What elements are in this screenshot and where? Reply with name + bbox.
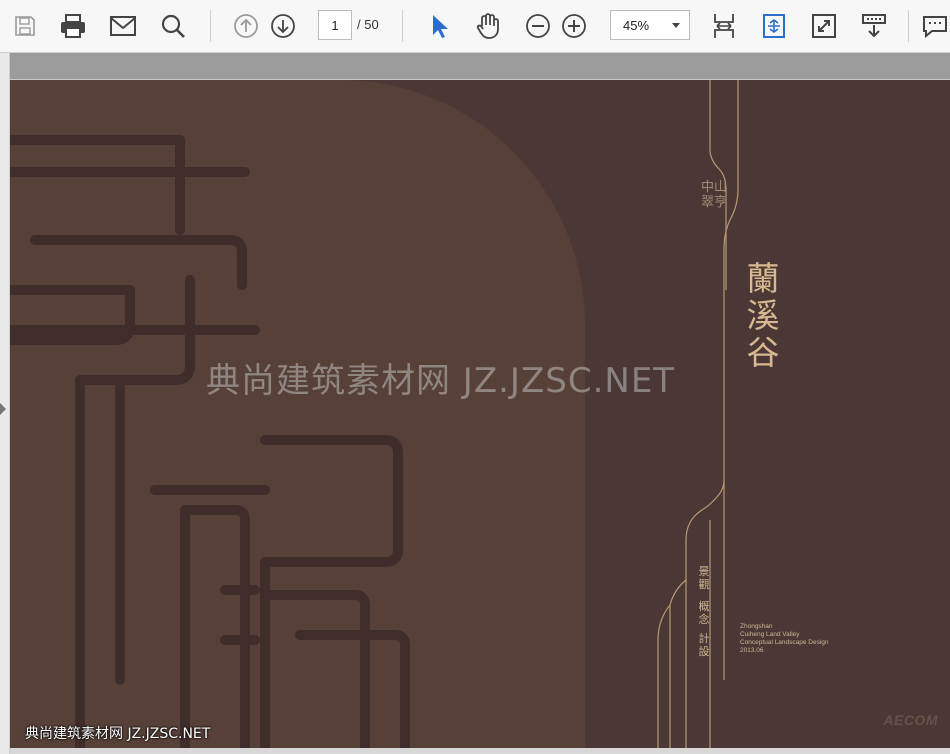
category-col-2: 概念 xyxy=(698,600,710,626)
select-cursor-icon xyxy=(429,13,449,39)
english-line: 2013.06 xyxy=(740,647,764,654)
rotate-fit-button[interactable] xyxy=(757,8,791,44)
email-button[interactable] xyxy=(106,8,140,44)
location-text: 中山 翠亨 xyxy=(700,180,727,210)
prev-page-button[interactable] xyxy=(229,8,263,44)
fullscreen-icon xyxy=(811,13,837,39)
brand-logo: AECOM xyxy=(883,712,938,728)
select-tool-button[interactable] xyxy=(422,8,456,44)
page-number-input[interactable]: 1 xyxy=(318,10,352,40)
print-button[interactable] xyxy=(56,8,90,44)
toolbar: 1 / 50 45% xyxy=(0,0,950,53)
fit-width-button[interactable] xyxy=(707,8,741,44)
comment-icon xyxy=(920,13,950,39)
zoom-out-icon xyxy=(525,13,551,39)
corner-watermark: 典尚建筑素材网 JZ.JZSC.NET xyxy=(25,726,211,742)
save-button[interactable] xyxy=(8,8,42,44)
zoom-in-button[interactable] xyxy=(557,8,591,44)
zoom-in-icon xyxy=(561,13,587,39)
toolbar-divider xyxy=(908,10,909,42)
english-caption: Zhongshan Cuiheng Land Valley Conceptual… xyxy=(740,623,829,655)
expand-panel-icon[interactable] xyxy=(0,403,6,415)
search-button[interactable] xyxy=(156,8,190,44)
chevron-down-icon xyxy=(672,23,680,28)
toolbar-divider xyxy=(402,10,403,42)
fullscreen-button[interactable] xyxy=(807,8,841,44)
print-icon xyxy=(59,13,87,39)
pdf-page: 中山 翠亨 蘭溪谷 景觀 概念 計設 Zhongshan Cuiheng Lan… xyxy=(10,80,950,748)
read-mode-button[interactable] xyxy=(857,8,891,44)
save-icon xyxy=(13,14,37,38)
prev-page-icon xyxy=(233,13,259,39)
category-col-1: 景觀 xyxy=(698,565,710,591)
english-line: Zhongshan xyxy=(740,623,773,630)
english-line: Conceptual Landscape Design xyxy=(740,639,829,646)
email-icon xyxy=(109,15,137,37)
comment-button[interactable] xyxy=(920,8,950,44)
center-watermark: 典尚建筑素材网 JZ.JZSC.NET xyxy=(206,361,676,401)
category-col-3: 計設 xyxy=(698,632,710,658)
page-total: / 50 xyxy=(357,17,379,32)
zoom-select[interactable]: 45% xyxy=(610,10,690,40)
page-gap xyxy=(10,53,950,79)
rotate-fit-icon xyxy=(761,12,787,40)
next-page-button[interactable] xyxy=(266,8,300,44)
horizontal-scrollbar[interactable] xyxy=(10,748,950,754)
next-page-icon xyxy=(270,13,296,39)
left-panel-rail[interactable] xyxy=(0,53,10,754)
hand-tool-button[interactable] xyxy=(471,8,505,44)
english-line: Cuiheng Land Valley xyxy=(740,631,800,638)
search-icon xyxy=(160,13,186,39)
read-mode-icon xyxy=(860,12,888,40)
fit-width-icon xyxy=(711,12,737,40)
zoom-out-button[interactable] xyxy=(521,8,555,44)
project-title: 蘭溪谷 xyxy=(746,259,780,372)
hand-tool-icon xyxy=(475,12,501,40)
zoom-value: 45% xyxy=(623,17,650,33)
toolbar-divider xyxy=(210,10,211,42)
